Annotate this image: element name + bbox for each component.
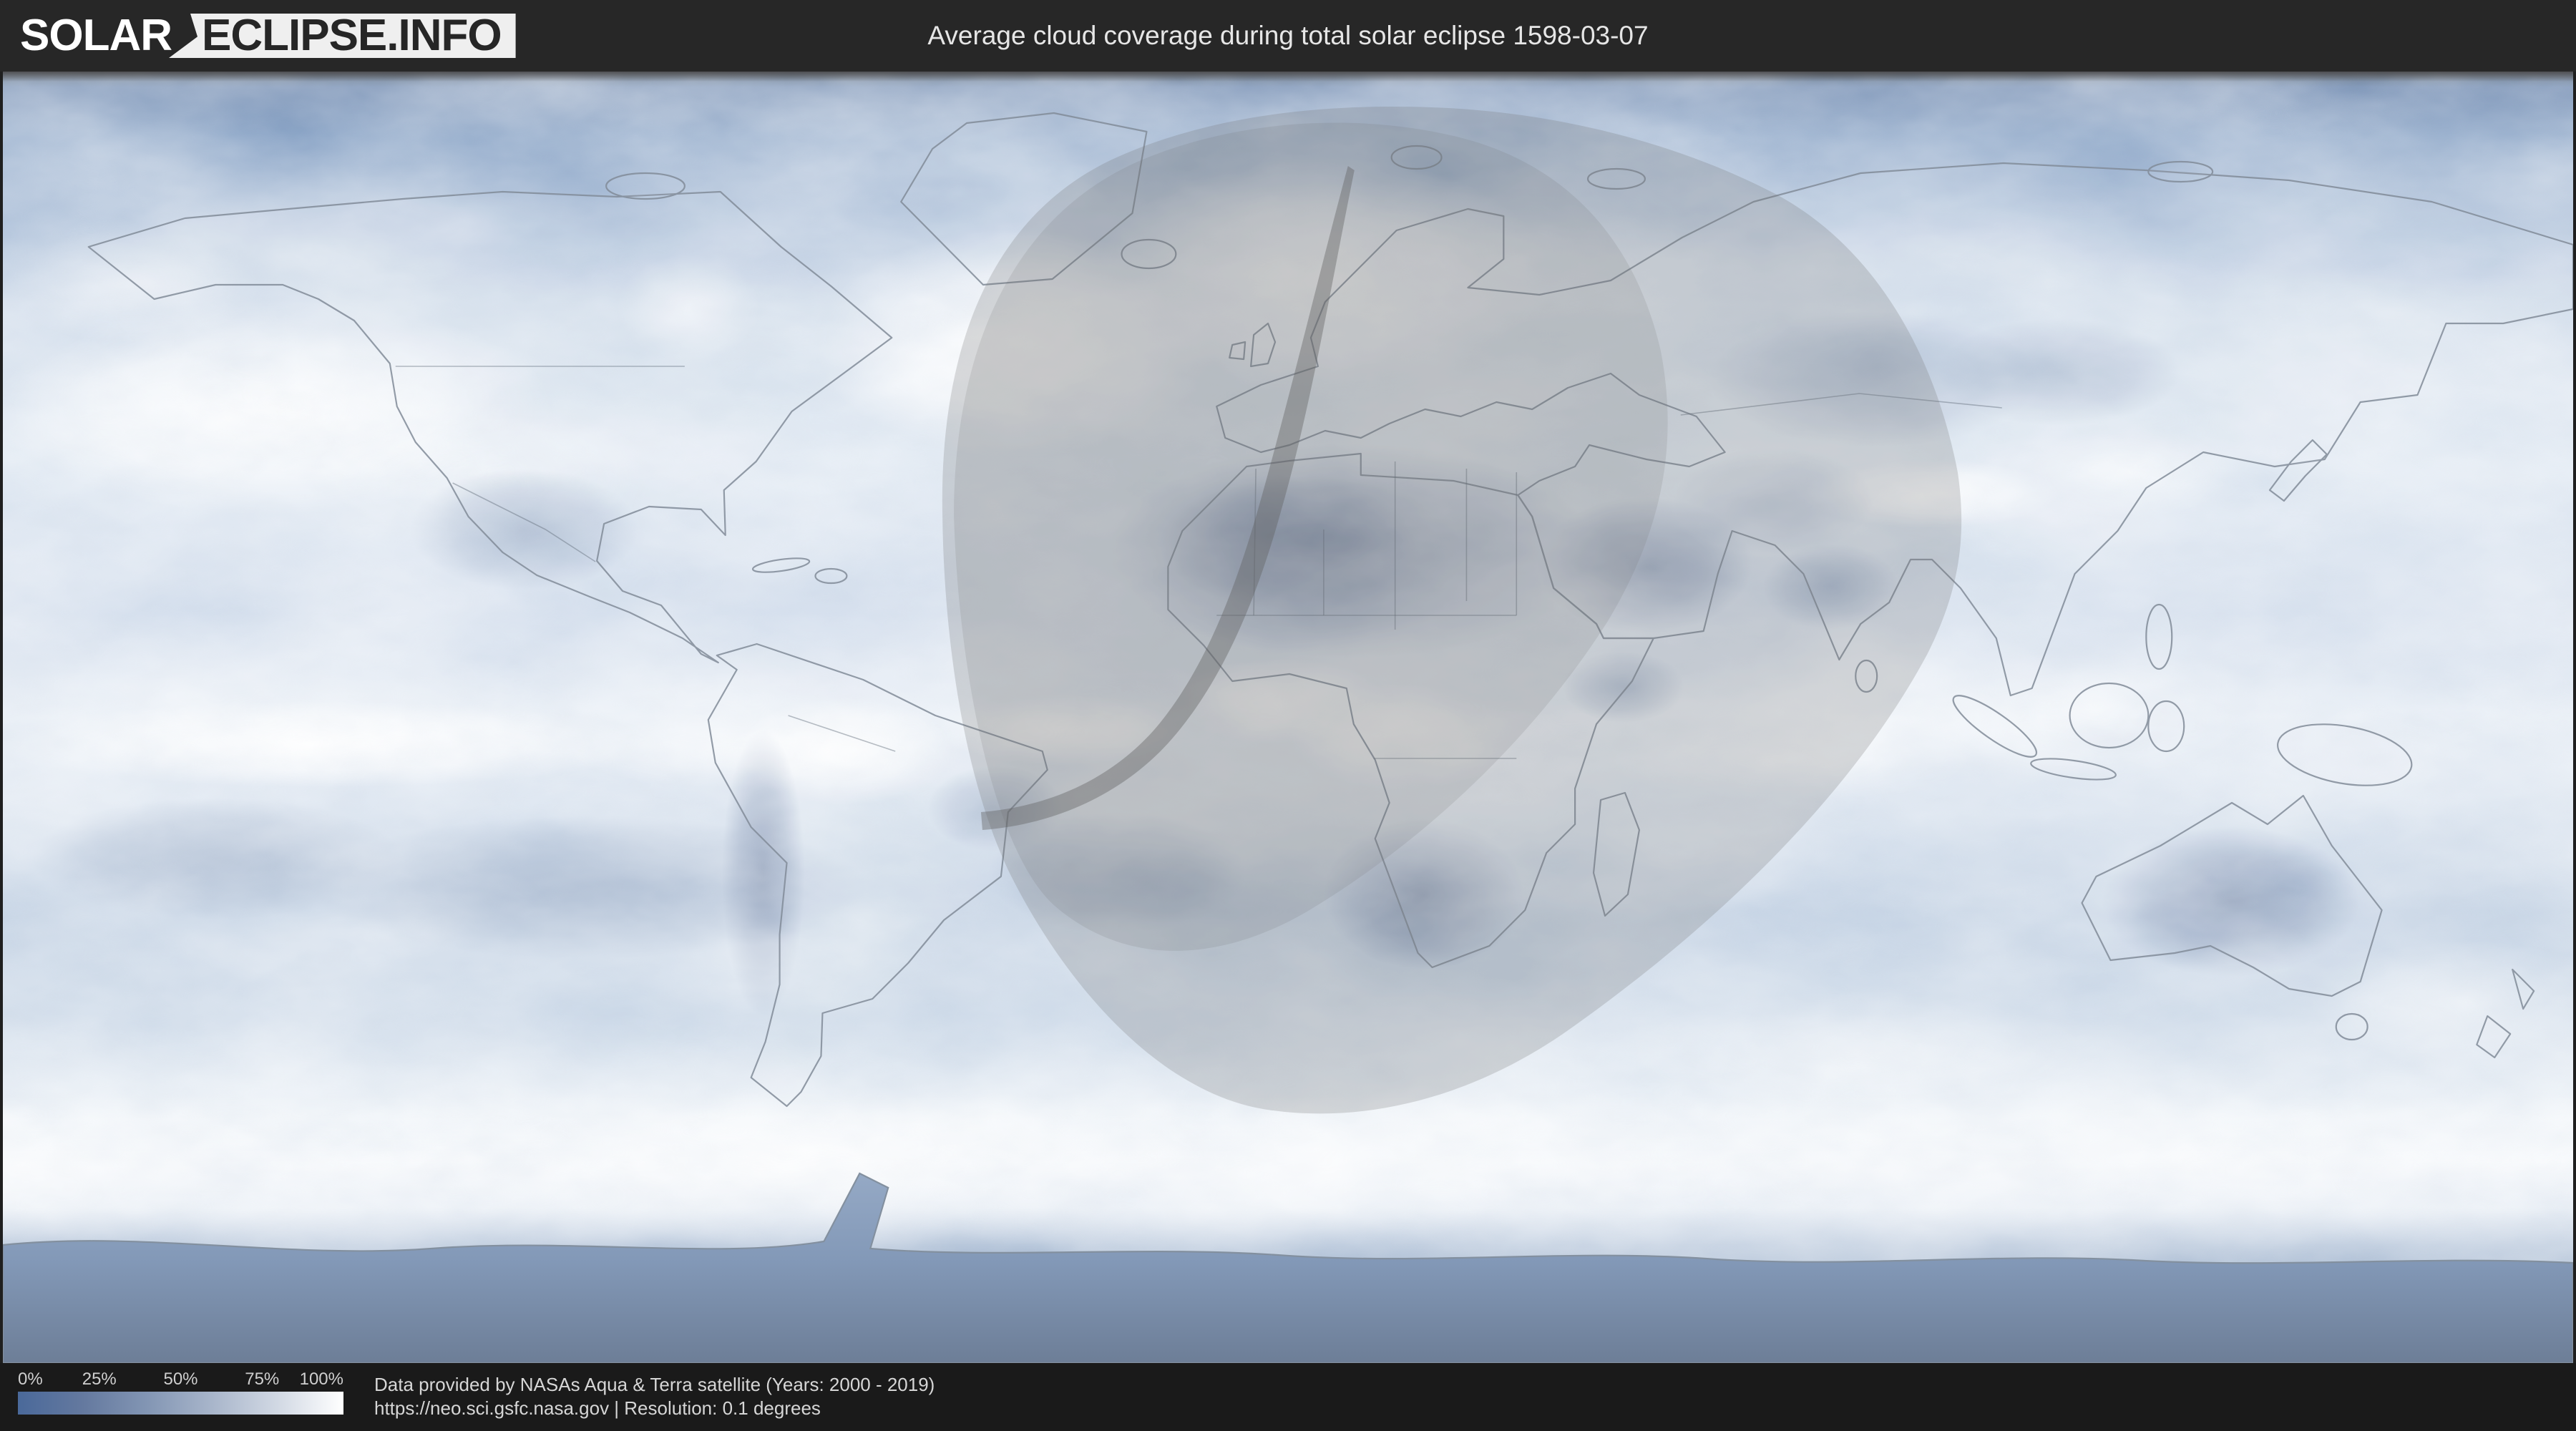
legend-tick-25: 25% (82, 1369, 117, 1389)
header-bar: SOLAR ECLIPSE.INFO Average cloud coverag… (0, 0, 2576, 72)
page: SOLAR ECLIPSE.INFO Average cloud coverag… (0, 0, 2576, 1431)
legend-tick-50: 50% (163, 1369, 198, 1389)
map-top-edge-shadow (3, 72, 2573, 82)
logo-text-eclipse-info: ECLIPSE.INFO (202, 11, 502, 60)
footer-bar: 0% 25% 50% 75% 100% Data provided by NAS… (0, 1363, 2576, 1431)
borneo (2069, 682, 2150, 749)
hispaniola (814, 567, 848, 585)
attribution-line-1: Data provided by NASAs Aqua & Terra sate… (374, 1374, 935, 1395)
world-map-svg (3, 72, 2573, 1363)
philippines (2145, 603, 2173, 670)
arctic-island-2 (2147, 160, 2214, 183)
legend-tick-100: 100% (299, 1369, 343, 1389)
tasmania (2335, 1012, 2368, 1041)
cloud-coverage-legend: 0% 25% 50% 75% 100% (18, 1370, 343, 1420)
legend-tick-75: 75% (245, 1369, 280, 1389)
page-title: Average cloud coverage during total sola… (927, 21, 1649, 50)
sulawesi (2147, 700, 2185, 753)
legend-gradient-bar (18, 1392, 343, 1415)
arctic-island-3 (605, 172, 686, 200)
site-logo[interactable]: SOLAR ECLIPSE.INFO (20, 0, 516, 72)
legend-tick-0: 0% (18, 1369, 43, 1389)
attribution-line-2: https://neo.sci.gsfc.nasa.gov | Resoluti… (374, 1397, 821, 1419)
attribution: Data provided by NASAs Aqua & Terra sate… (374, 1373, 935, 1420)
legend-tick-labels: 0% 25% 50% 75% 100% (18, 1370, 343, 1389)
logo-box: ECLIPSE.INFO (169, 14, 516, 58)
logo-text-solar: SOLAR (20, 11, 172, 60)
cloud-coverage-map (3, 72, 2573, 1363)
